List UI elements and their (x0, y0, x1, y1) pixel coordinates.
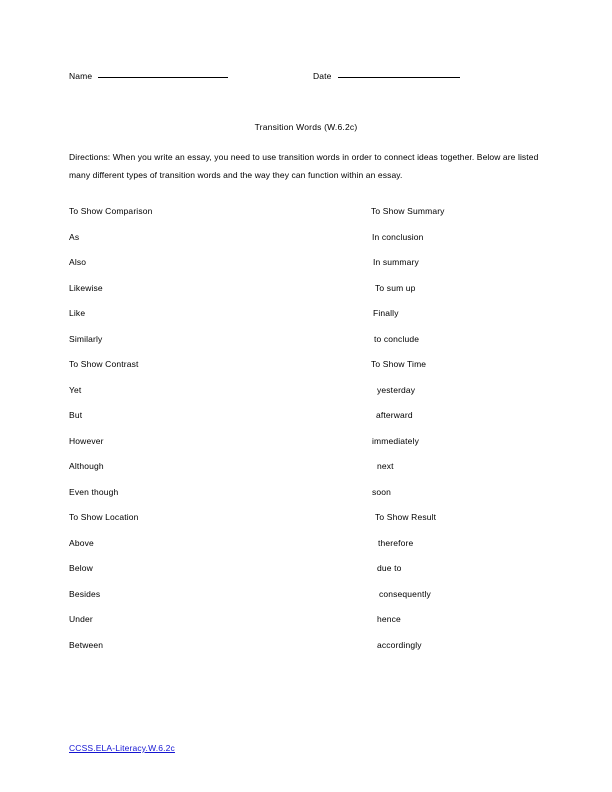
category-heading: To Show Contrast (69, 359, 139, 369)
name-label: Name (69, 71, 93, 81)
transition-word: yesterday (377, 384, 416, 395)
transition-word: Like (69, 308, 86, 318)
transition-word: Even though (69, 486, 119, 497)
category-heading: To Show Result (375, 512, 437, 522)
category-heading: To Show Comparison (69, 206, 153, 216)
transition-word: hence (377, 614, 401, 624)
transition-word: soon (372, 486, 392, 497)
transition-word: afterward (376, 410, 413, 420)
left-column: To Show Comparison As Also Likewise Like Simi… (69, 205, 349, 664)
transition-word: consequently (379, 588, 431, 599)
transition-word-lists: To Show Comparison As Also Likewise Like Simi… (0, 205, 612, 665)
transition-word: To sum up (375, 282, 416, 293)
transition-word: next (377, 461, 394, 471)
transition-word: Between (69, 639, 104, 650)
transition-word: Likewise (69, 282, 103, 293)
transition-word: therefore (378, 537, 414, 548)
date-label: Date (313, 71, 332, 81)
transition-word: Finally (373, 308, 399, 318)
worksheet-page: Name Date Transition Words (W.6.2c) Dire… (0, 0, 612, 792)
transition-word: Also (69, 257, 87, 267)
transition-word: Besides (69, 588, 101, 599)
name-write-line[interactable] (98, 77, 229, 78)
category-heading: To Show Time (371, 359, 427, 369)
transition-word: immediately (372, 435, 419, 446)
transition-word: Above (69, 537, 94, 548)
right-column: To Show Summary In conclusion In summary To… (371, 205, 601, 664)
name-field[interactable]: Name (69, 70, 229, 82)
directions-paragraph: Directions: When you write an essay, you… (69, 152, 539, 180)
category-heading: To Show Summary (371, 206, 445, 216)
transition-word: Similarly (69, 333, 103, 344)
student-info-header: Name Date (69, 70, 543, 86)
transition-word: due to (377, 563, 402, 573)
date-field[interactable]: Date (313, 70, 460, 82)
transition-word: Yet (69, 384, 82, 395)
transition-word: In conclusion (372, 231, 424, 242)
ccss-standard-link[interactable]: CCSS.ELA-Literacy.W.6.2c (69, 742, 175, 754)
transition-word: However (69, 435, 104, 446)
category-heading: To Show Location (69, 512, 139, 522)
transition-word: But (69, 410, 83, 420)
transition-word: accordingly (377, 639, 422, 650)
transition-word: Under (69, 614, 93, 624)
page-title: Transition Words (W.6.2c) (254, 122, 358, 132)
transition-word: As (69, 231, 80, 242)
date-write-line[interactable] (337, 77, 460, 78)
transition-word: Below (69, 563, 93, 573)
transition-word: to conclude (374, 333, 420, 344)
transition-word: Although (69, 461, 104, 471)
transition-word: In summary (373, 257, 419, 267)
